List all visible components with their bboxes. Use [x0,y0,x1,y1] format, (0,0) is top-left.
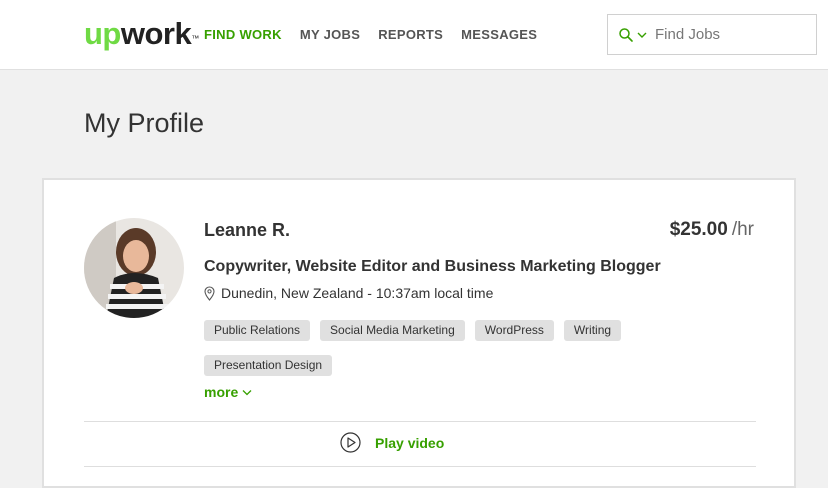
chevron-down-icon [242,389,252,395]
play-video-button[interactable]: Play video [340,432,444,453]
freelancer-name: Leanne R. [204,220,291,240]
rate-unit: /hr [731,219,754,240]
avatar[interactable] [84,218,184,318]
chevron-down-icon[interactable] [637,31,647,39]
divider [84,421,756,422]
search-box [607,14,817,55]
logo-work: work [120,16,192,51]
nav-find-work[interactable]: FIND WORK [204,27,282,42]
profile-card: Leanne R. $25.00/hr Copywriter, Website … [42,178,796,488]
skill-tag[interactable]: Presentation Design [204,355,333,376]
page-title: My Profile [84,108,205,138]
more-label: more [204,384,239,400]
skill-tag[interactable]: Writing [563,320,622,341]
logo-up: up [84,16,121,51]
nav-messages[interactable]: MESSAGES [461,27,537,42]
more-skills-link[interactable]: more [204,384,252,400]
play-icon [340,432,361,453]
main-nav: FIND WORK MY JOBS REPORTS MESSAGES [204,27,555,42]
location: Dunedin, New Zealand - 10:37am local tim… [204,285,493,301]
rate-amount: $25.00 [669,219,728,240]
upwork-logo[interactable]: upwork™ [84,16,199,52]
nav-reports[interactable]: REPORTS [378,27,443,42]
hourly-rate: $25.00/hr [670,219,754,241]
nav-my-jobs[interactable]: MY JOBS [300,27,360,42]
play-video-label: Play video [375,434,445,451]
top-navbar: upwork™ FIND WORK MY JOBS REPORTS MESSAG… [0,0,828,70]
location-text: Dunedin, New Zealand - 10:37am local tim… [221,285,494,301]
skill-tag[interactable]: Social Media Marketing [320,320,465,341]
search-input[interactable] [655,26,815,43]
avatar-photo [84,218,184,318]
search-icon[interactable] [618,27,634,43]
logo-trademark: ™ [191,34,199,43]
skills-list: Public Relations Social Media Marketing … [204,320,684,376]
map-pin-icon [204,285,215,301]
divider [84,466,756,467]
skill-tag[interactable]: Public Relations [204,320,311,341]
skill-tag[interactable]: WordPress [474,320,554,341]
profile-headline: Copywriter, Website Editor and Business … [204,258,661,275]
